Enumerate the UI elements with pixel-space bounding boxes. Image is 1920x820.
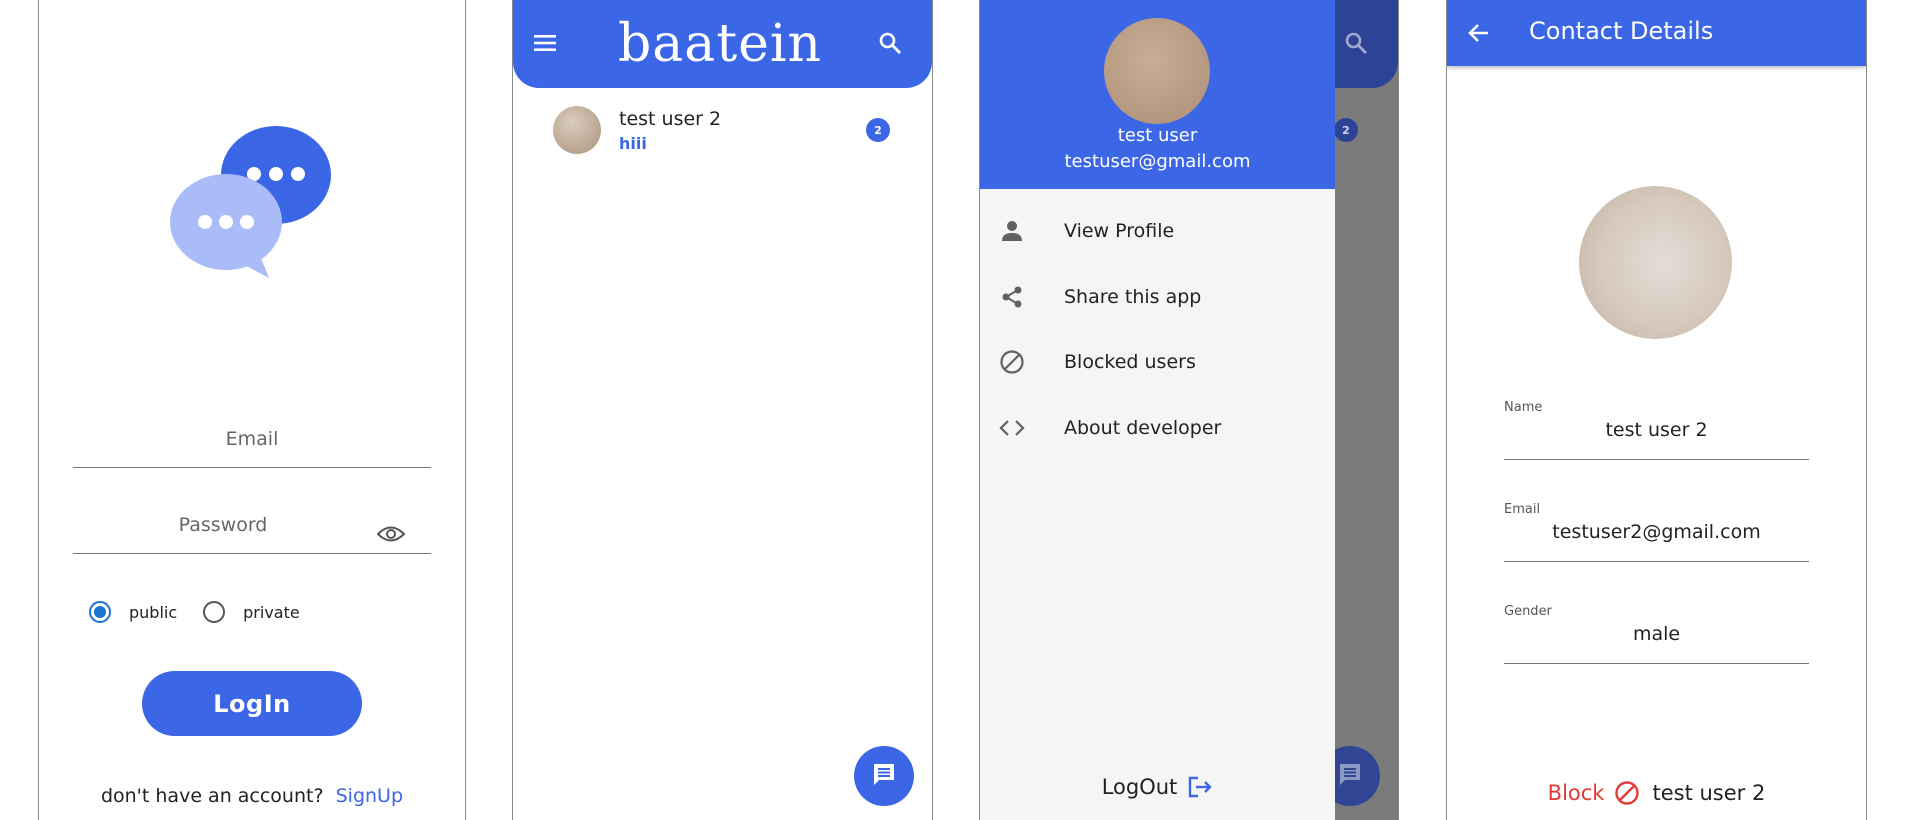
- drawer-user-name: test user: [1117, 125, 1198, 146]
- message-icon: [871, 761, 897, 791]
- chat-list-item[interactable]: test user 2 hiii 2: [513, 100, 932, 160]
- navigation-drawer: test user testuser@gmail.com View Profil…: [980, 0, 1335, 820]
- search-icon: [1344, 31, 1368, 59]
- password-placeholder: Password: [178, 514, 268, 536]
- block-icon: [1614, 780, 1640, 806]
- gender-field: Gender male: [1504, 604, 1809, 664]
- email-label: Email: [1504, 502, 1541, 517]
- menu-item-blocked-users[interactable]: Blocked users: [980, 334, 1335, 390]
- chat-contact-name: test user 2: [619, 108, 722, 130]
- person-icon: [998, 217, 1026, 245]
- chats-screen: baatein test user 2 hiii 2: [512, 0, 933, 820]
- block-user-name: test user 2: [1652, 781, 1766, 805]
- password-field[interactable]: Password: [73, 504, 431, 554]
- code-icon: [998, 414, 1026, 442]
- logout-label: LogOut: [1101, 775, 1178, 799]
- dimmed-unread-badge: 2: [1334, 118, 1358, 142]
- email-field[interactable]: Email: [73, 418, 431, 468]
- login-screen: Email Password public private LogIn don'…: [38, 0, 466, 820]
- back-arrow-icon[interactable]: [1467, 21, 1491, 49]
- menu-icon[interactable]: [533, 33, 557, 57]
- unread-count-badge: 2: [866, 118, 890, 142]
- logout-icon: [1187, 775, 1213, 799]
- public-radio[interactable]: [89, 601, 111, 623]
- new-chat-button[interactable]: [854, 746, 914, 806]
- menu-item-share-app[interactable]: Share this app: [980, 269, 1335, 325]
- email-value: testuser2@gmail.com: [1552, 521, 1761, 543]
- email-field: Email testuser2@gmail.com: [1504, 502, 1809, 562]
- search-icon[interactable]: [878, 31, 902, 59]
- chat-bubbles-logo-icon: [169, 120, 344, 285]
- block-label: Block: [1547, 781, 1605, 805]
- message-icon: [1337, 761, 1363, 791]
- signup-prompt: don't have an account?: [100, 785, 324, 807]
- menu-item-about-developer[interactable]: About developer: [980, 400, 1335, 456]
- avatar[interactable]: [1104, 18, 1210, 124]
- avatar: [1579, 186, 1732, 339]
- public-radio-label: public: [129, 602, 178, 622]
- menu-item-label: About developer: [1064, 417, 1222, 439]
- login-button[interactable]: LogIn: [142, 671, 362, 736]
- chat-last-message: hiii: [619, 134, 647, 153]
- menu-item-label: Share this app: [1064, 286, 1202, 308]
- menu-item-label: View Profile: [1064, 220, 1175, 242]
- private-radio[interactable]: [203, 601, 226, 623]
- signup-link[interactable]: SignUp: [336, 785, 403, 807]
- block-icon: [998, 348, 1026, 376]
- gender-value: male: [1632, 623, 1681, 645]
- share-icon: [998, 283, 1026, 311]
- top-app-bar: Contact Details: [1447, 0, 1866, 66]
- gender-label: Gender: [1504, 604, 1552, 619]
- menu-item-view-profile[interactable]: View Profile: [980, 203, 1335, 259]
- private-radio-label: private: [243, 602, 300, 622]
- name-label: Name: [1504, 400, 1543, 415]
- logout-button[interactable]: LogOut: [980, 775, 1335, 799]
- visibility-radio-group: public private: [89, 598, 326, 626]
- name-value: test user 2: [1605, 419, 1708, 441]
- top-app-bar: baatein: [513, 0, 932, 88]
- contact-details-screen: Contact Details Name test user 2 Email t…: [1446, 0, 1867, 820]
- signup-row: don't have an account? SignUp: [39, 785, 465, 807]
- drawer-screen: 2 test user testuser@gmail.com View Prof…: [979, 0, 1399, 820]
- block-user-button[interactable]: Block test user 2: [1447, 780, 1866, 806]
- email-placeholder: Email: [225, 428, 279, 450]
- name-field: Name test user 2: [1504, 400, 1809, 460]
- drawer-header: test user testuser@gmail.com: [980, 0, 1335, 189]
- eye-icon[interactable]: [376, 525, 406, 547]
- menu-item-label: Blocked users: [1064, 351, 1196, 373]
- drawer-user-email: testuser@gmail.com: [1064, 151, 1251, 172]
- page-title: Contact Details: [1529, 17, 1714, 45]
- avatar: [553, 106, 601, 154]
- app-brand-logo: baatein: [617, 14, 823, 74]
